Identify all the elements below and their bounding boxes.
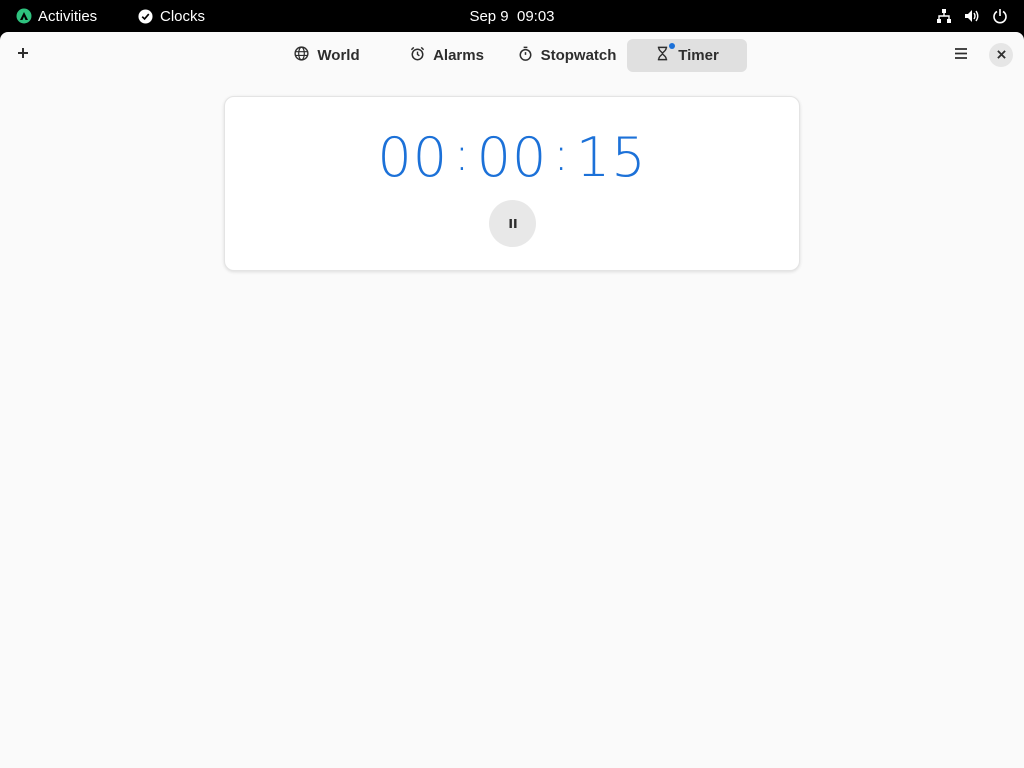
tab-alarms-label: Alarms bbox=[433, 47, 484, 64]
hamburger-menu-icon bbox=[955, 46, 967, 64]
add-timer-button[interactable] bbox=[10, 42, 36, 68]
timer-countdown: 00 : 00 : 15 bbox=[225, 125, 799, 189]
clock-app-icon bbox=[138, 8, 153, 24]
tab-world[interactable]: World bbox=[267, 39, 387, 72]
plus-icon bbox=[17, 46, 29, 64]
timer-minutes: 00 bbox=[476, 125, 548, 189]
timer-separator: : bbox=[454, 127, 471, 181]
timer-separator: : bbox=[553, 127, 570, 181]
timer-card: 00 : 00 : 15 bbox=[224, 96, 800, 271]
tab-timer-label: Timer bbox=[678, 47, 719, 64]
header-bar: World Alarms Stopwatch Timer bbox=[0, 32, 1024, 78]
close-icon bbox=[996, 46, 1006, 64]
tab-stopwatch[interactable]: Stopwatch bbox=[507, 39, 627, 72]
pause-icon bbox=[509, 215, 517, 233]
activities-button[interactable]: Activities bbox=[16, 0, 97, 32]
globe-icon bbox=[294, 46, 309, 65]
volume-icon[interactable] bbox=[964, 8, 980, 24]
power-icon[interactable] bbox=[992, 8, 1008, 24]
activities-label: Activities bbox=[38, 7, 98, 25]
tab-timer[interactable]: Timer bbox=[627, 39, 747, 72]
close-window-button[interactable] bbox=[989, 43, 1013, 67]
network-icon[interactable] bbox=[936, 8, 952, 24]
view-switcher: World Alarms Stopwatch Timer bbox=[267, 39, 747, 72]
activities-logo-icon bbox=[16, 8, 32, 24]
datetime-button[interactable]: Sep 9 09:03 bbox=[469, 8, 554, 25]
stopwatch-icon bbox=[518, 46, 533, 65]
clocks-window: World Alarms Stopwatch Timer 00: 00: 1… bbox=[0, 32, 1024, 768]
timer-running-indicator bbox=[669, 43, 675, 49]
timer-hours: 00 bbox=[377, 125, 449, 189]
app-menu-button[interactable]: Clocks bbox=[138, 0, 205, 32]
hourglass-icon bbox=[655, 46, 670, 65]
system-tray[interactable] bbox=[936, 0, 1008, 32]
pause-button[interactable] bbox=[489, 200, 536, 247]
app-name: Clocks bbox=[160, 7, 206, 25]
alarm-clock-icon bbox=[410, 46, 425, 65]
main-menu-button[interactable] bbox=[948, 42, 974, 68]
top-bar: Activities Clocks Sep 9 09:03 bbox=[0, 0, 1024, 32]
tab-world-label: World bbox=[317, 47, 360, 64]
tab-stopwatch-label: Stopwatch bbox=[540, 47, 617, 64]
tab-alarms[interactable]: Alarms bbox=[387, 39, 507, 72]
timer-seconds: 15 bbox=[575, 125, 647, 189]
